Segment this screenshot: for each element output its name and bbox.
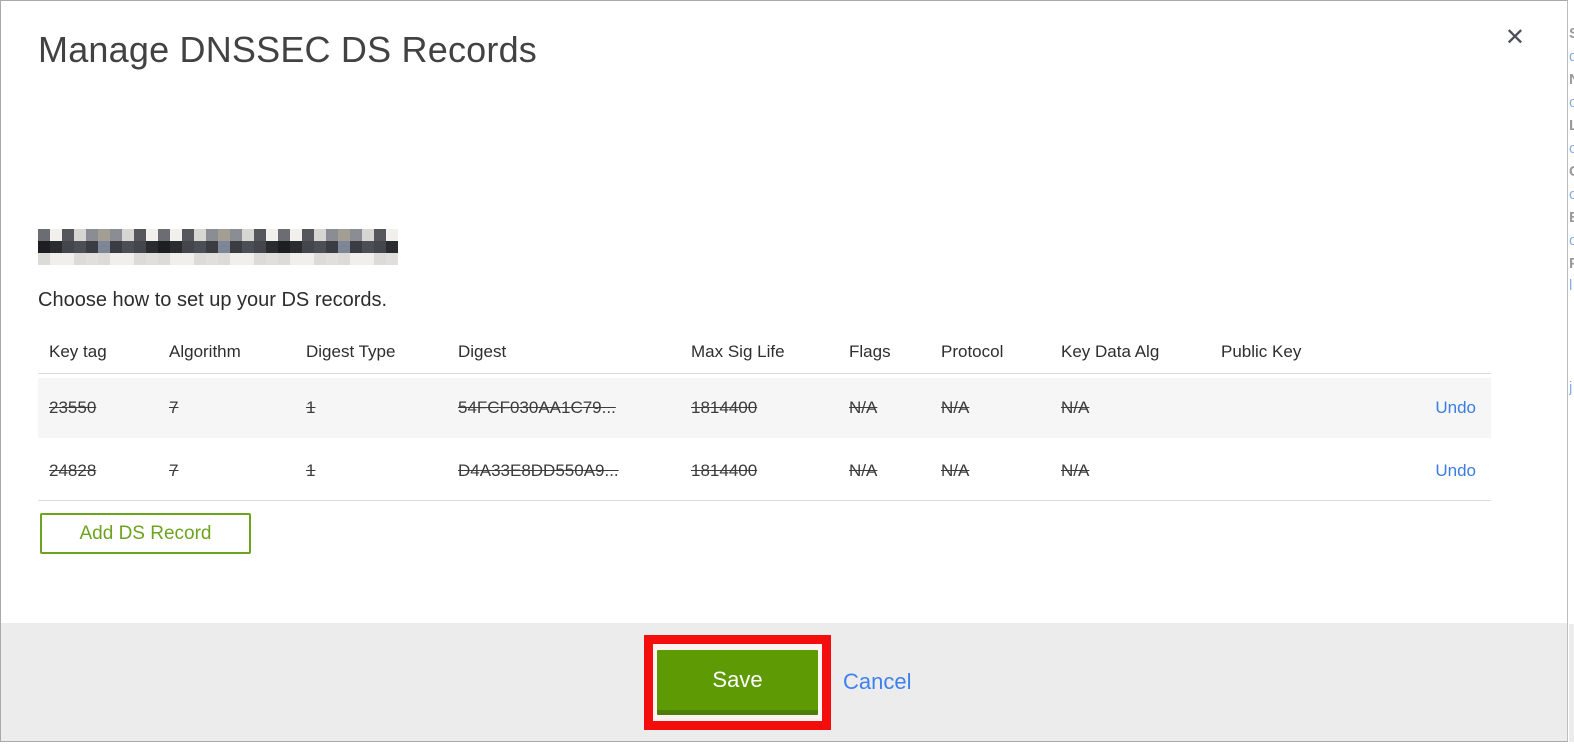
cell-digest-type: 1: [306, 398, 316, 417]
annotation-highlight-box: Save: [644, 635, 831, 730]
col-header-key-tag: Key tag: [49, 342, 107, 361]
cell-flags: N/A: [849, 398, 878, 417]
cell-algorithm: 7: [169, 461, 179, 480]
cell-digest: D4A33E8DD550A9...: [458, 461, 619, 480]
col-header-digest: Digest: [458, 342, 507, 361]
cell-digest-type: 1: [306, 461, 316, 480]
cell-max-sig-life: 1814400: [691, 398, 758, 417]
col-header-flags: Flags: [849, 342, 891, 361]
cell-key-tag: 24828: [49, 461, 97, 480]
table-row: 23550 7 1 54FCF030AA1C79... 1814400 N/A …: [38, 378, 1491, 438]
cell-key-tag: 23550: [49, 398, 97, 417]
cell-key-data-alg: N/A: [1061, 398, 1090, 417]
manage-dnssec-dialog: Manage DNSSEC DS Records ✕ Choose how to…: [0, 0, 1568, 742]
screenshot-viewport: SdNoLoCoEoPlj Manage DNSSEC DS Records ✕…: [0, 0, 1574, 746]
cell-max-sig-life: 1814400: [691, 461, 758, 480]
col-header-key-data-alg: Key Data Alg: [1061, 342, 1160, 361]
cell-key-data-alg: N/A: [1061, 461, 1090, 480]
close-icon[interactable]: ✕: [1505, 25, 1525, 51]
cell-protocol: N/A: [941, 461, 970, 480]
redacted-domain-name: [38, 229, 398, 265]
undo-link[interactable]: Undo: [1435, 398, 1476, 417]
table-header-row: Key tag Algorithm Digest Type Digest Max…: [38, 331, 1491, 374]
cell-algorithm: 7: [169, 398, 179, 417]
dialog-title: Manage DNSSEC DS Records: [38, 29, 537, 70]
cell-flags: N/A: [849, 461, 878, 480]
intro-text: Choose how to set up your DS records.: [38, 289, 388, 311]
background-page-edge: SdNoLoCoEoPlj: [1569, 0, 1574, 742]
cancel-link[interactable]: Cancel: [843, 669, 911, 695]
col-header-protocol: Protocol: [941, 342, 1004, 361]
table-row: 24828 7 1 D4A33E8DD550A9... 1814400 N/A …: [38, 442, 1491, 501]
col-header-public-key: Public Key: [1221, 342, 1302, 361]
save-button[interactable]: Save: [657, 650, 818, 715]
col-header-algorithm: Algorithm: [169, 342, 241, 361]
ds-records-table: Key tag Algorithm Digest Type Digest Max…: [38, 331, 1491, 501]
col-header-max-sig-life: Max Sig Life: [691, 342, 785, 361]
col-header-digest-type: Digest Type: [306, 342, 396, 361]
dialog-footer: Save Cancel: [1, 623, 1567, 741]
cell-digest: 54FCF030AA1C79...: [458, 398, 616, 417]
add-ds-record-button[interactable]: Add DS Record: [40, 513, 251, 554]
cell-protocol: N/A: [941, 398, 970, 417]
undo-link[interactable]: Undo: [1435, 461, 1476, 480]
